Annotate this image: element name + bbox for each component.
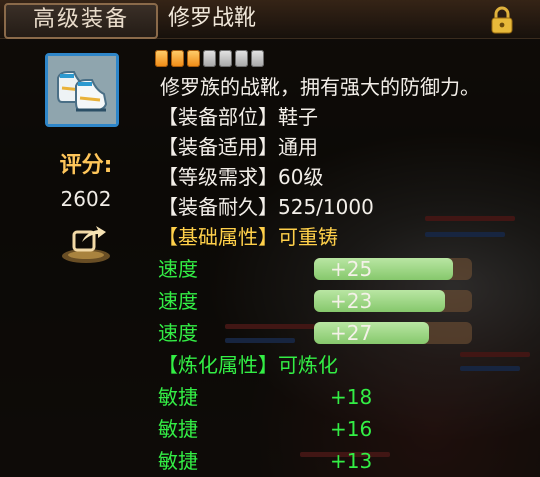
base-attributes-header: 【基础属性】可重铸	[158, 225, 338, 249]
base-attributes-title: 基础属性	[178, 225, 258, 249]
quality-pip-empty	[203, 50, 216, 67]
info-row-level: 【等级需求】60级	[158, 165, 324, 189]
refine-stat-value: +18	[330, 385, 373, 409]
base-stat-value: +27	[330, 321, 373, 345]
base-stat-name: 速度	[158, 257, 198, 281]
base-stat-value: +23	[330, 289, 373, 313]
base-stat-bar: +25	[314, 258, 472, 280]
item-name: 修罗战靴	[168, 6, 257, 31]
base-stat-name: 速度	[158, 321, 198, 345]
refine-stat-name: 敏捷	[158, 417, 198, 441]
refine-stat-name: 敏捷	[158, 449, 198, 473]
item-tooltip-panel: 高级装备 修罗战靴 评分: 2602 修罗族的战靴，拥有强大的防御力。 【装备部…	[0, 0, 540, 477]
info-row-value: 鞋子	[278, 105, 318, 129]
info-row-slot: 【装备部位】鞋子	[158, 105, 318, 129]
item-description: 修罗族的战靴，拥有强大的防御力。	[160, 75, 480, 99]
quality-pip-filled	[155, 50, 168, 67]
refine-stat-value: +16	[330, 417, 373, 441]
base-stat-bar: +27	[314, 322, 472, 344]
base-stat-value: +25	[330, 257, 373, 281]
info-row-value: 通用	[278, 135, 318, 159]
refine-stat-value: +13	[330, 449, 373, 473]
base-attributes-status: 可重铸	[278, 225, 338, 249]
score-value: 2602	[60, 187, 112, 211]
info-row-usage: 【装备适用】通用	[158, 135, 318, 159]
quality-pip-empty	[251, 50, 264, 67]
refine-attributes-header: 【炼化属性】可炼化	[158, 353, 338, 377]
quality-pip-empty	[235, 50, 248, 67]
base-stat-bar: +23	[314, 290, 472, 312]
info-row-value: 525/1000	[278, 195, 374, 219]
share-icon[interactable]	[60, 222, 112, 264]
info-row-key: 装备耐久	[178, 195, 258, 219]
base-stat-name: 速度	[158, 289, 198, 313]
refine-attributes-title: 炼化属性	[178, 353, 258, 377]
equipment-grade-tab: 高级装备	[4, 3, 158, 39]
info-row-key: 等级需求	[178, 165, 258, 189]
info-row-key: 装备部位	[178, 105, 258, 129]
quality-pip-empty	[219, 50, 232, 67]
info-row-key: 装备适用	[178, 135, 258, 159]
score-label: 评分:	[59, 153, 113, 178]
info-row-value: 60级	[278, 165, 324, 189]
boots-icon-art	[48, 56, 116, 124]
quality-pip-filled	[187, 50, 200, 67]
boots-icon[interactable]	[45, 53, 119, 127]
refine-stat-name: 敏捷	[158, 385, 198, 409]
quality-pip-filled	[171, 50, 184, 67]
info-row-durability: 【装备耐久】525/1000	[158, 195, 374, 219]
refine-attributes-status: 可炼化	[278, 353, 338, 377]
lock-icon[interactable]	[490, 6, 514, 34]
